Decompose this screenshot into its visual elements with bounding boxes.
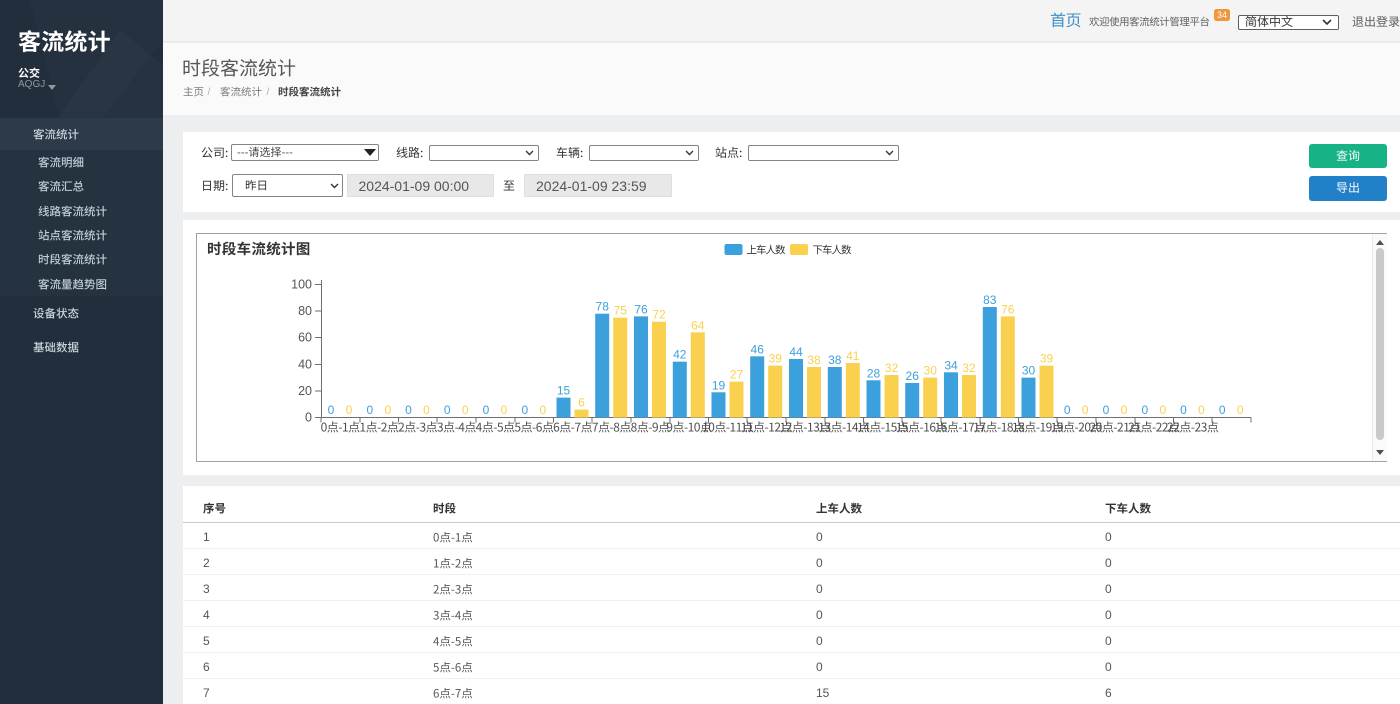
svg-text:72: 72 <box>652 308 666 322</box>
svg-text:0: 0 <box>346 403 353 417</box>
svg-text:44: 44 <box>789 345 803 359</box>
svg-text:0: 0 <box>444 403 451 417</box>
svg-text:27: 27 <box>730 368 744 382</box>
svg-text:100: 100 <box>291 277 312 291</box>
svg-text:41: 41 <box>846 349 860 363</box>
svg-text:0: 0 <box>483 403 490 417</box>
svg-text:0: 0 <box>1082 403 1089 417</box>
svg-text:0: 0 <box>305 411 312 425</box>
svg-text:34: 34 <box>944 358 958 372</box>
svg-text:76: 76 <box>1001 302 1015 316</box>
svg-text:0: 0 <box>539 403 546 417</box>
svg-text:40: 40 <box>298 357 312 371</box>
svg-text:0: 0 <box>328 403 335 417</box>
svg-text:83: 83 <box>983 293 997 307</box>
svg-text:75: 75 <box>614 304 628 318</box>
svg-text:60: 60 <box>298 331 312 345</box>
svg-text:0: 0 <box>1180 403 1187 417</box>
svg-text:64: 64 <box>691 318 705 332</box>
svg-text:78: 78 <box>596 300 610 314</box>
svg-text:46: 46 <box>751 342 765 356</box>
svg-text:39: 39 <box>1040 352 1054 366</box>
svg-text:39: 39 <box>769 352 783 366</box>
svg-text:76: 76 <box>634 302 648 316</box>
svg-text:38: 38 <box>807 353 821 367</box>
svg-text:0: 0 <box>1121 403 1128 417</box>
svg-text:30: 30 <box>1022 364 1036 378</box>
svg-text:0: 0 <box>1103 403 1110 417</box>
svg-text:32: 32 <box>885 361 899 375</box>
svg-text:0: 0 <box>1141 403 1148 417</box>
svg-text:42: 42 <box>673 348 687 362</box>
svg-text:0: 0 <box>366 403 373 417</box>
svg-text:32: 32 <box>962 361 976 375</box>
svg-text:20: 20 <box>298 384 312 398</box>
svg-text:0: 0 <box>405 403 412 417</box>
svg-text:6: 6 <box>578 396 585 410</box>
svg-text:28: 28 <box>867 366 881 380</box>
svg-text:15: 15 <box>557 384 571 398</box>
svg-text:19: 19 <box>712 378 726 392</box>
svg-text:0: 0 <box>423 403 430 417</box>
svg-text:30: 30 <box>924 364 938 378</box>
svg-text:0: 0 <box>1198 403 1205 417</box>
svg-text:38: 38 <box>828 353 842 367</box>
svg-text:0: 0 <box>1219 403 1226 417</box>
svg-text:0: 0 <box>384 403 391 417</box>
svg-text:26: 26 <box>906 369 920 383</box>
svg-text:0: 0 <box>1237 403 1244 417</box>
svg-text:0: 0 <box>462 403 469 417</box>
svg-text:0: 0 <box>501 403 508 417</box>
svg-text:0: 0 <box>1064 403 1071 417</box>
svg-text:80: 80 <box>298 304 312 318</box>
svg-text:0: 0 <box>521 403 528 417</box>
svg-text:0: 0 <box>1159 403 1166 417</box>
